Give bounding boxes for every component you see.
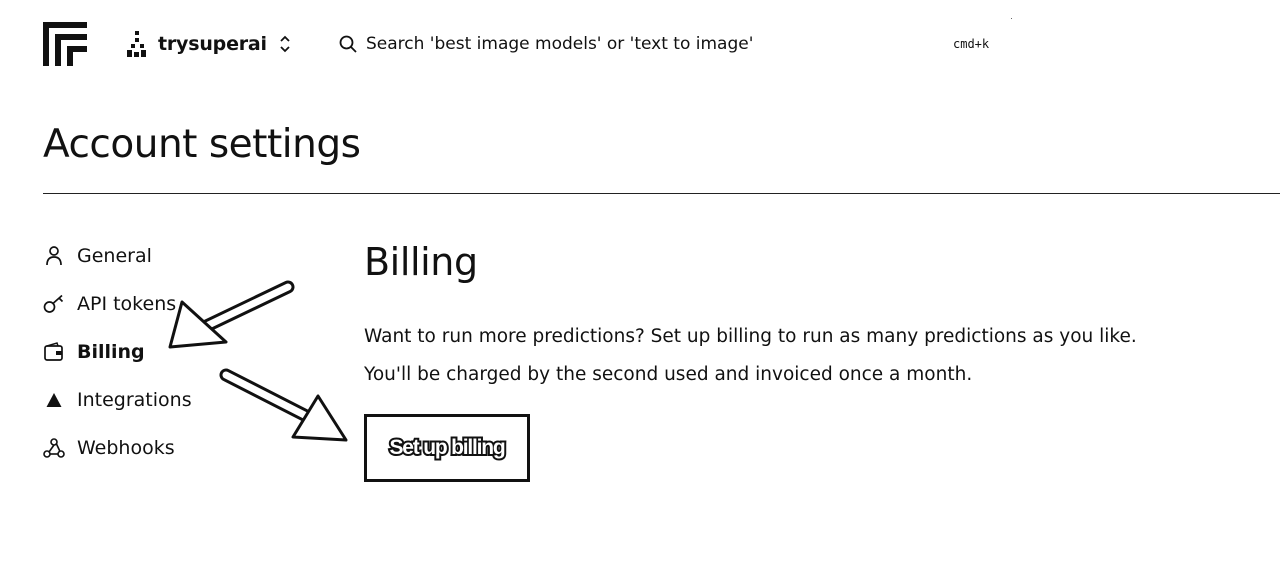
org-icon (127, 31, 146, 57)
sidebar-item-general[interactable]: General (43, 232, 192, 280)
page-title: Account settings (43, 122, 361, 167)
webhook-icon (43, 437, 65, 459)
settings-sidebar: General API tokens Billing Integrations … (43, 232, 192, 472)
wallet-icon (43, 341, 65, 363)
triangle-icon (43, 389, 65, 411)
sidebar-item-label: Integrations (77, 389, 192, 411)
search-input[interactable] (366, 34, 926, 54)
chevron-up-down-icon (280, 35, 290, 53)
header-divider (43, 193, 1280, 194)
sidebar-item-label: General (77, 245, 152, 267)
billing-description-line: You'll be charged by the second used and… (364, 364, 973, 385)
sidebar-item-label: Webhooks (77, 437, 175, 459)
artifact-dot (1011, 18, 1012, 19)
billing-description-line: Want to run more predictions? Set up bil… (364, 326, 1137, 347)
replicate-logo-icon[interactable] (43, 22, 87, 66)
search-icon (339, 35, 357, 53)
set-up-billing-button[interactable]: Set up billing (364, 414, 530, 482)
sidebar-item-label: API tokens (77, 293, 177, 315)
sidebar-item-integrations[interactable]: Integrations (43, 376, 192, 424)
sidebar-item-api-tokens[interactable]: API tokens (43, 280, 192, 328)
search-shortcut-hint: cmd+k (953, 37, 990, 51)
sidebar-item-billing[interactable]: Billing (43, 328, 192, 376)
key-icon (43, 293, 65, 315)
set-up-billing-label: Set up billing (387, 434, 507, 461)
billing-section: Billing Want to run more predictions? Se… (364, 236, 1264, 394)
billing-description: Want to run more predictions? Set up bil… (364, 318, 1264, 394)
section-title: Billing (364, 240, 478, 284)
search-bar[interactable]: cmd+k (338, 30, 998, 58)
sidebar-item-label: Billing (77, 341, 145, 363)
org-switcher[interactable]: trysuperai (126, 28, 291, 60)
sidebar-item-webhooks[interactable]: Webhooks (43, 424, 192, 472)
user-icon (43, 245, 65, 267)
arrow-to-button-icon (219, 368, 348, 442)
org-name: trysuperai (158, 33, 267, 55)
